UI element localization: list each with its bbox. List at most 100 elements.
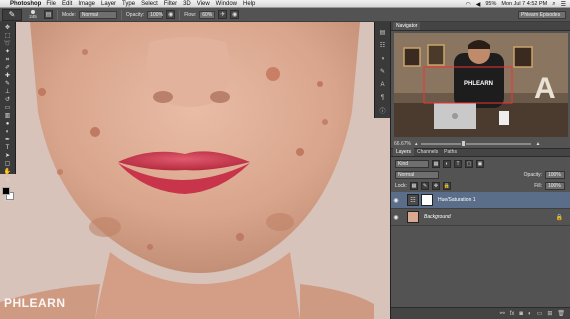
menu-select[interactable]: Select	[141, 1, 158, 7]
list-icon[interactable]: ☰	[561, 1, 566, 8]
tab-layers[interactable]: Layers	[393, 148, 415, 156]
move-tool-icon[interactable]: ✥	[1, 25, 14, 32]
adjustment-layer-icon: ☷	[407, 194, 419, 206]
pen-tool-icon[interactable]: ✒	[1, 137, 14, 144]
navigator-zoom-value[interactable]: 66.67%	[394, 141, 411, 147]
app-name-menu[interactable]: Photoshop	[10, 1, 41, 7]
new-group-icon[interactable]: ▭	[537, 310, 543, 317]
healing-brush-tool-icon[interactable]: ✚	[1, 73, 14, 80]
history-panel-icon[interactable]: ▤	[377, 28, 388, 37]
new-layer-icon[interactable]: ⊞	[547, 310, 552, 317]
shape-tool-icon[interactable]: ▢	[1, 161, 14, 168]
eraser-tool-icon[interactable]: ▭	[1, 105, 14, 112]
brush-panel-icon[interactable]: ✎	[377, 67, 388, 76]
eyedropper-tool-icon[interactable]: ✐	[1, 65, 14, 72]
layer-row-hue-saturation[interactable]: ◉ ☷ Hue/Saturation 1	[391, 192, 570, 209]
lock-pixels-icon[interactable]: ✎	[420, 181, 429, 190]
opacity-field[interactable]: 100%	[147, 10, 164, 19]
filter-type-icon[interactable]: T	[454, 159, 462, 168]
menu-filter[interactable]: Filter	[164, 1, 177, 7]
filter-shape-icon[interactable]: ▢	[465, 159, 473, 168]
marquee-tool-icon[interactable]: ⬚	[1, 33, 14, 40]
menu-help[interactable]: Help	[243, 1, 255, 7]
visibility-eye-icon[interactable]: ◉	[391, 214, 401, 221]
layer-opacity-field[interactable]: 100%	[545, 170, 565, 179]
document-canvas[interactable]	[0, 22, 390, 319]
tools-panel: ✥ ⬚ ➰ ✦ ⌗ ✐ ✚ ✎ ⊥ ↺ ▭ ▥ ● ◐ ✒ T ➤ ▢ ✋ ⌕ …	[0, 22, 16, 202]
properties-panel-icon[interactable]: ☷	[377, 41, 388, 50]
crop-tool-icon[interactable]: ⌗	[1, 57, 14, 64]
layer-filter-kind-select[interactable]: Kind	[395, 159, 429, 168]
airbrush-icon[interactable]: ✈	[218, 10, 228, 19]
menu-layer[interactable]: Layer	[101, 1, 116, 7]
menu-file[interactable]: File	[46, 1, 56, 7]
blend-mode-select[interactable]: Normal	[395, 170, 439, 179]
foreground-color-swatch[interactable]	[1, 187, 10, 195]
lock-fill-row: Lock: ▦ ✎ ✥ 🔒 Fill: 100%	[391, 180, 570, 191]
lasso-tool-icon[interactable]: ➰	[1, 41, 14, 48]
photoshop-window: Photoshop File Edit Image Layer Type Sel…	[0, 0, 570, 319]
fill-field[interactable]: 100%	[545, 181, 565, 190]
visibility-eye-icon[interactable]: ◉	[391, 197, 401, 204]
clone-stamp-tool-icon[interactable]: ⊥	[1, 89, 14, 96]
link-layers-icon[interactable]: ⚯	[500, 310, 505, 317]
gradient-tool-icon[interactable]: ▥	[1, 113, 14, 120]
volume-icon[interactable]: ◀	[476, 1, 481, 8]
quick-select-tool-icon[interactable]: ✦	[1, 49, 14, 56]
navigator-thumbnail[interactable]: A PHLEARN	[394, 33, 568, 137]
layer-mask-thumbnail[interactable]	[421, 194, 433, 206]
character-panel-icon[interactable]: A	[377, 80, 388, 89]
brush-preset-picker[interactable]: 245	[25, 9, 41, 21]
tab-navigator[interactable]: Navigator	[393, 22, 421, 30]
menu-3d[interactable]: 3D	[183, 1, 191, 7]
filter-pixel-icon[interactable]: ▦	[432, 159, 440, 168]
zoom-in-icon[interactable]: ▲	[535, 141, 540, 147]
brush-panel-toggle[interactable]: ▤	[44, 10, 53, 19]
brush-tool-icon[interactable]: ✎	[1, 81, 14, 88]
pressure-size-icon[interactable]: ◉	[230, 10, 240, 19]
search-icon[interactable]: ⌕	[552, 1, 555, 8]
adjustments-panel-icon[interactable]: ◑	[377, 54, 388, 63]
layer-style-icon[interactable]: fx	[510, 311, 515, 317]
new-adjustment-icon[interactable]: ◐	[528, 311, 532, 317]
add-mask-icon[interactable]: ◙	[519, 311, 523, 317]
lock-transparency-icon[interactable]: ▦	[409, 181, 418, 190]
status-area: ◠ ◀ 95% Mon Jul 7 4:52 PM ⌕ ☰	[465, 0, 566, 8]
brush-size-value: 245	[29, 14, 37, 19]
tab-paths[interactable]: Paths	[441, 148, 460, 156]
layer-name[interactable]: Hue/Saturation 1	[438, 197, 476, 203]
dodge-tool-icon[interactable]: ◐	[1, 129, 14, 136]
battery-percent[interactable]: 95%	[485, 1, 496, 7]
navigator-zoom-knob[interactable]	[461, 140, 467, 147]
menu-window[interactable]: Window	[216, 1, 237, 7]
menu-type[interactable]: Type	[122, 1, 135, 7]
info-panel-icon[interactable]: ⓘ	[377, 106, 388, 115]
navigator-zoom-slider[interactable]	[421, 140, 532, 147]
layer-name[interactable]: Background	[424, 214, 451, 220]
zoom-out-icon[interactable]: ▴	[415, 141, 418, 147]
history-brush-tool-icon[interactable]: ↺	[1, 97, 14, 104]
type-tool-icon[interactable]: T	[1, 145, 14, 152]
delete-layer-icon[interactable]: 🗑	[557, 310, 565, 317]
menu-edit[interactable]: Edit	[62, 1, 72, 7]
blur-tool-icon[interactable]: ●	[1, 121, 14, 128]
menu-view[interactable]: View	[197, 1, 210, 7]
path-select-tool-icon[interactable]: ➤	[1, 153, 14, 160]
menu-image[interactable]: Image	[78, 1, 95, 7]
lock-all-icon[interactable]: 🔒	[442, 181, 451, 190]
tab-channels[interactable]: Channels	[414, 148, 441, 156]
mode-select[interactable]: Normal	[78, 10, 117, 19]
wifi-icon[interactable]: ◠	[465, 1, 470, 8]
tool-preset-picker[interactable]: ✎	[2, 8, 22, 21]
clock[interactable]: Mon Jul 7 4:52 PM	[501, 1, 547, 7]
hand-tool-icon[interactable]: ✋	[1, 169, 14, 176]
pressure-opacity-icon[interactable]: ◉	[166, 10, 176, 19]
paragraph-panel-icon[interactable]: ¶	[377, 93, 388, 102]
zoom-tool-icon[interactable]: ⌕	[1, 177, 14, 184]
filter-smart-object-icon[interactable]: ▣	[476, 159, 484, 168]
workspace-switcher[interactable]: Phlearn Episodes	[518, 11, 566, 19]
layer-row-background[interactable]: ◉ Background 🔒	[391, 209, 570, 226]
lock-position-icon[interactable]: ✥	[431, 181, 440, 190]
filter-adjustment-icon[interactable]: ◐	[443, 159, 451, 168]
flow-field[interactable]: 60%	[199, 10, 216, 19]
